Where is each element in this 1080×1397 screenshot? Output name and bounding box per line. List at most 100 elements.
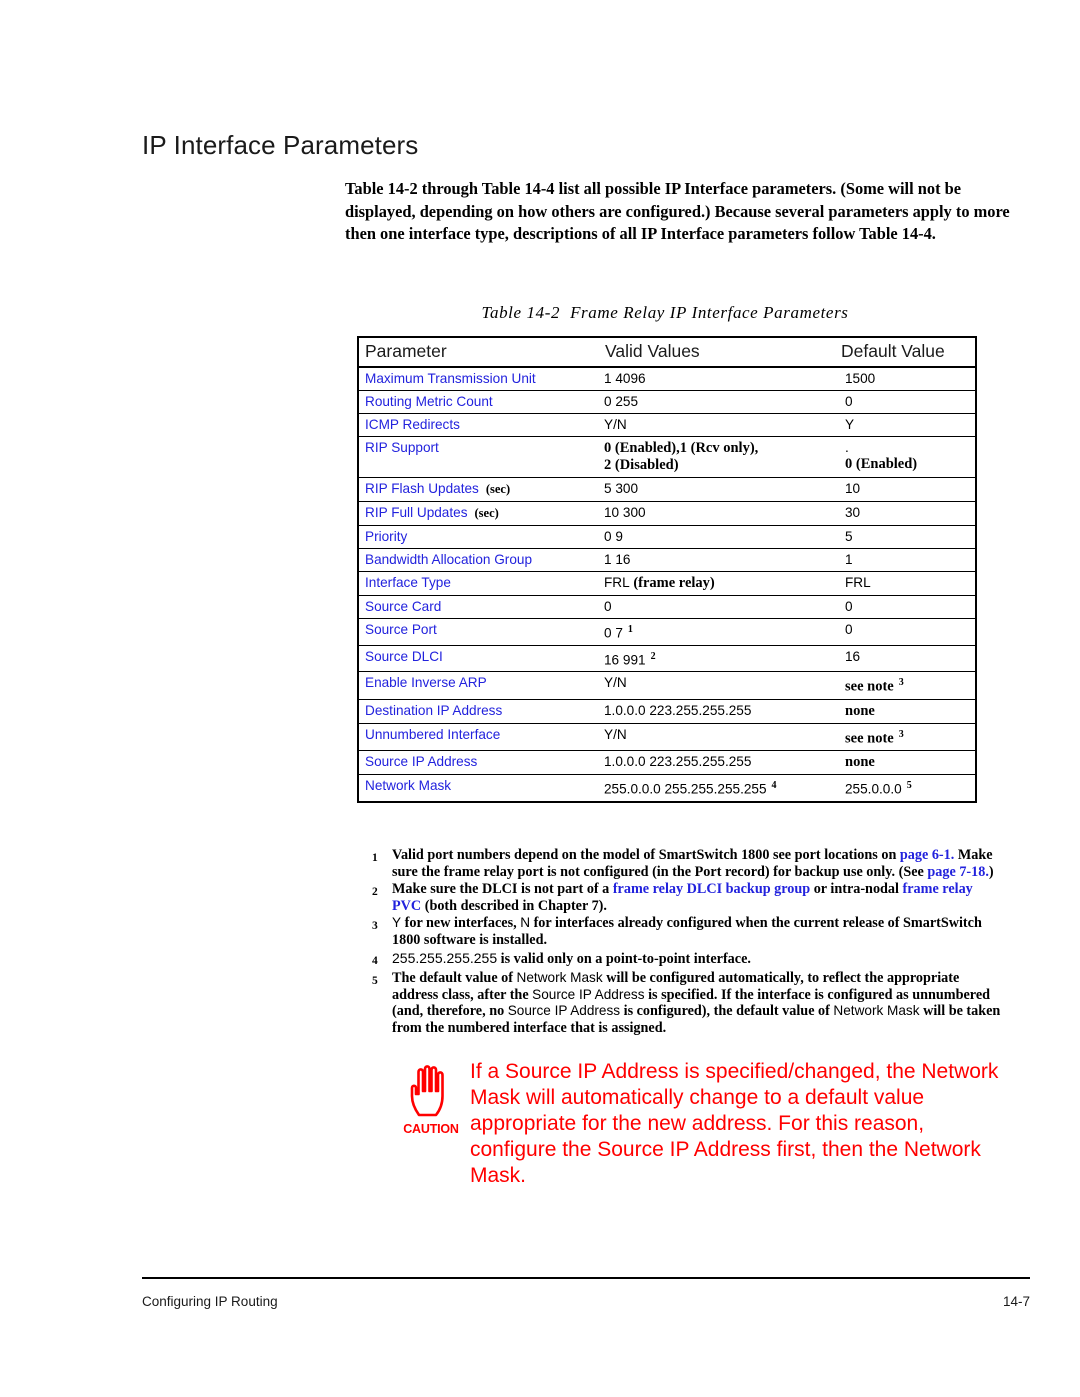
valid-values-text: Y/N — [604, 417, 627, 432]
default-value-text: 0 — [845, 622, 853, 637]
parameter-name-cell: Interface Type — [358, 571, 598, 596]
table-row: Priority 0 9 5 — [358, 525, 976, 549]
parameter-label: Routing Metric Count — [365, 394, 493, 409]
footnote-marker: 2 — [650, 650, 656, 662]
footnote-ui-term: Source IP Address — [507, 1003, 621, 1019]
valid-values-cell: 5 300 — [598, 477, 836, 502]
default-value-text: 30 — [845, 505, 861, 520]
parameter-label: RIP Support — [365, 440, 439, 455]
footnote-span: The default value of — [392, 970, 517, 987]
parameter-label: Interface Type — [365, 575, 451, 590]
default-value-text: FRL — [845, 575, 871, 590]
default-value-cell: 1 — [836, 548, 976, 572]
intro-paragraph: Table 14-2 through Table 14-4 list all p… — [345, 179, 1010, 244]
footnotes-list: 1 Valid port numbers depend on the model … — [372, 847, 1002, 1038]
default-value-cell: 0 — [836, 618, 976, 646]
footnote-ui-term: Y — [392, 915, 402, 931]
footnote-text: Make sure the DLCI is not part of a fram… — [392, 881, 1002, 914]
valid-values-cell: 0 — [598, 595, 836, 619]
parameter-name-cell: Unnumbered Interface — [358, 723, 598, 752]
parameter-unit: (sec) — [474, 506, 499, 520]
valid-values-cell: 1.0.0.0 223.255.255.255 — [598, 750, 836, 776]
valid-values-cell: 10 300 — [598, 501, 836, 526]
default-value-text: 16 — [845, 648, 861, 664]
footnote-item: 2 Make sure the DLCI is not part of a fra… — [372, 881, 1002, 914]
default-value-cell: none — [836, 750, 976, 776]
parameter-label: Enable Inverse ARP — [365, 675, 487, 691]
valid-values-cell: 255.0.0.0 255.255.255.255 4 — [598, 775, 836, 802]
table-caption-number: Table 14-2 — [481, 303, 561, 322]
table-row: Source Card 0 0 — [358, 595, 976, 619]
parameter-label: RIP Full Updates — [365, 505, 468, 520]
valid-values-cell: 0 7 1 — [598, 618, 836, 646]
parameter-label: RIP Flash Updates — [365, 481, 479, 496]
parameter-unit: (sec) — [485, 482, 511, 496]
valid-values-cell: 0 (Enabled),1 (Rcv only), 2 (Disabled) — [598, 436, 836, 478]
table-row: Bandwidth Allocation Group 1 16 1 — [358, 548, 976, 572]
footnote-item: 3 Y for new interfaces, N for interfaces … — [372, 915, 1002, 948]
parameter-label: Maximum Transmission Unit — [365, 371, 536, 386]
default-value-text: 0 — [845, 394, 853, 409]
footnote-marker: 3 — [898, 728, 904, 740]
footnote-item: 1 Valid port numbers depend on the model … — [372, 847, 1002, 880]
valid-values-text: 16 991 — [604, 652, 646, 668]
table-row: Source IP Address 1.0.0.0 223.255.255.255… — [358, 750, 976, 776]
footnote-link[interactable]: frame relay DLCI backup group — [613, 881, 810, 897]
footnote-span: ) — [988, 863, 994, 880]
document-page: IP Interface Parameters Table 14-2 throu… — [0, 0, 1080, 1397]
footnote-link[interactable]: page 6-1. — [900, 847, 954, 863]
footnote-number: 1 — [372, 852, 378, 864]
footer-divider — [142, 1277, 1030, 1279]
default-value-text: see note — [845, 730, 894, 747]
default-value-cell: 255.0.0.0 5 — [836, 775, 976, 802]
table-row: Enable Inverse ARP Y/N see note 3 — [358, 671, 976, 700]
valid-values-cell: 0 9 — [598, 525, 836, 549]
parameter-name-cell: Routing Metric Count — [358, 390, 598, 414]
default-value-cell: 5 — [836, 525, 976, 549]
valid-values-text: 255.0.0.0 255.255.255.255 — [604, 781, 767, 797]
footnote-marker: 1 — [627, 624, 633, 635]
valid-values-text: 1 4096 — [604, 371, 646, 386]
parameter-name-cell: Source Port — [358, 618, 598, 646]
footnote-item: 4 255.255.255.255 is valid only on a poin… — [372, 950, 1002, 970]
valid-values-cell: FRL (frame relay) — [598, 571, 836, 596]
footnote-span: is valid only on a point-to-point interf… — [497, 950, 751, 967]
valid-values-text: Y/N — [604, 726, 627, 742]
table-row: RIP Flash Updates (sec) 5 300 10 — [358, 477, 976, 502]
footnote-marker: 4 — [771, 780, 777, 792]
valid-values-text: 0 — [604, 599, 612, 614]
footnote-number: 5 — [372, 975, 378, 988]
footnote-link[interactable]: page 7-18. — [927, 864, 988, 880]
footnote-number: 4 — [372, 954, 378, 967]
valid-values-cell: Y/N — [598, 723, 836, 752]
valid-values-annotation: (frame relay) — [629, 575, 715, 591]
valid-values-cell: Y/N — [598, 671, 836, 700]
footnote-span: (both described in Chapter 7). — [421, 897, 607, 914]
valid-values-text: 10 300 — [604, 505, 646, 520]
table-row: Routing Metric Count 0 255 0 — [358, 390, 976, 414]
caution-icon-block: CAUTION — [392, 1057, 470, 1136]
default-value-cell: 1500 — [836, 367, 976, 391]
parameter-name-cell: Maximum Transmission Unit — [358, 367, 598, 391]
footnote-ui-term: Network Mask — [516, 970, 603, 986]
parameter-name-cell: RIP Support — [358, 436, 598, 478]
parameter-name-cell: Source IP Address — [358, 750, 598, 776]
footnote-item: 5 The default value of Network Mask will … — [372, 970, 1002, 1036]
default-value-cell: 0 — [836, 595, 976, 619]
default-value-text: 1500 — [845, 371, 876, 386]
table-row: Interface Type FRL (frame relay) FRL — [358, 571, 976, 596]
table-row: RIP Support 0 (Enabled),1 (Rcv only), 2 (D… — [358, 436, 976, 478]
valid-values-text: 1 16 — [604, 552, 631, 567]
parameter-label: Priority — [365, 529, 408, 544]
valid-values-cell: 1 16 — [598, 548, 836, 572]
table-header-row: Parameter Valid Values Default Value — [358, 337, 976, 368]
default-value-text: none — [845, 754, 875, 771]
footer-page-number: 14-7 — [1002, 1294, 1030, 1309]
valid-values-cell: 1 4096 — [598, 367, 836, 391]
footnote-text: The default value of Network Mask will b… — [392, 970, 1002, 1036]
default-value-cell: Y — [836, 413, 976, 437]
stop-hand-icon — [410, 1065, 444, 1117]
caution-text: If a Source IP Address is specified/chan… — [470, 1060, 999, 1187]
valid-values-text: 0 255 — [604, 394, 639, 409]
footnote-span: for new interfaces, — [401, 915, 521, 932]
